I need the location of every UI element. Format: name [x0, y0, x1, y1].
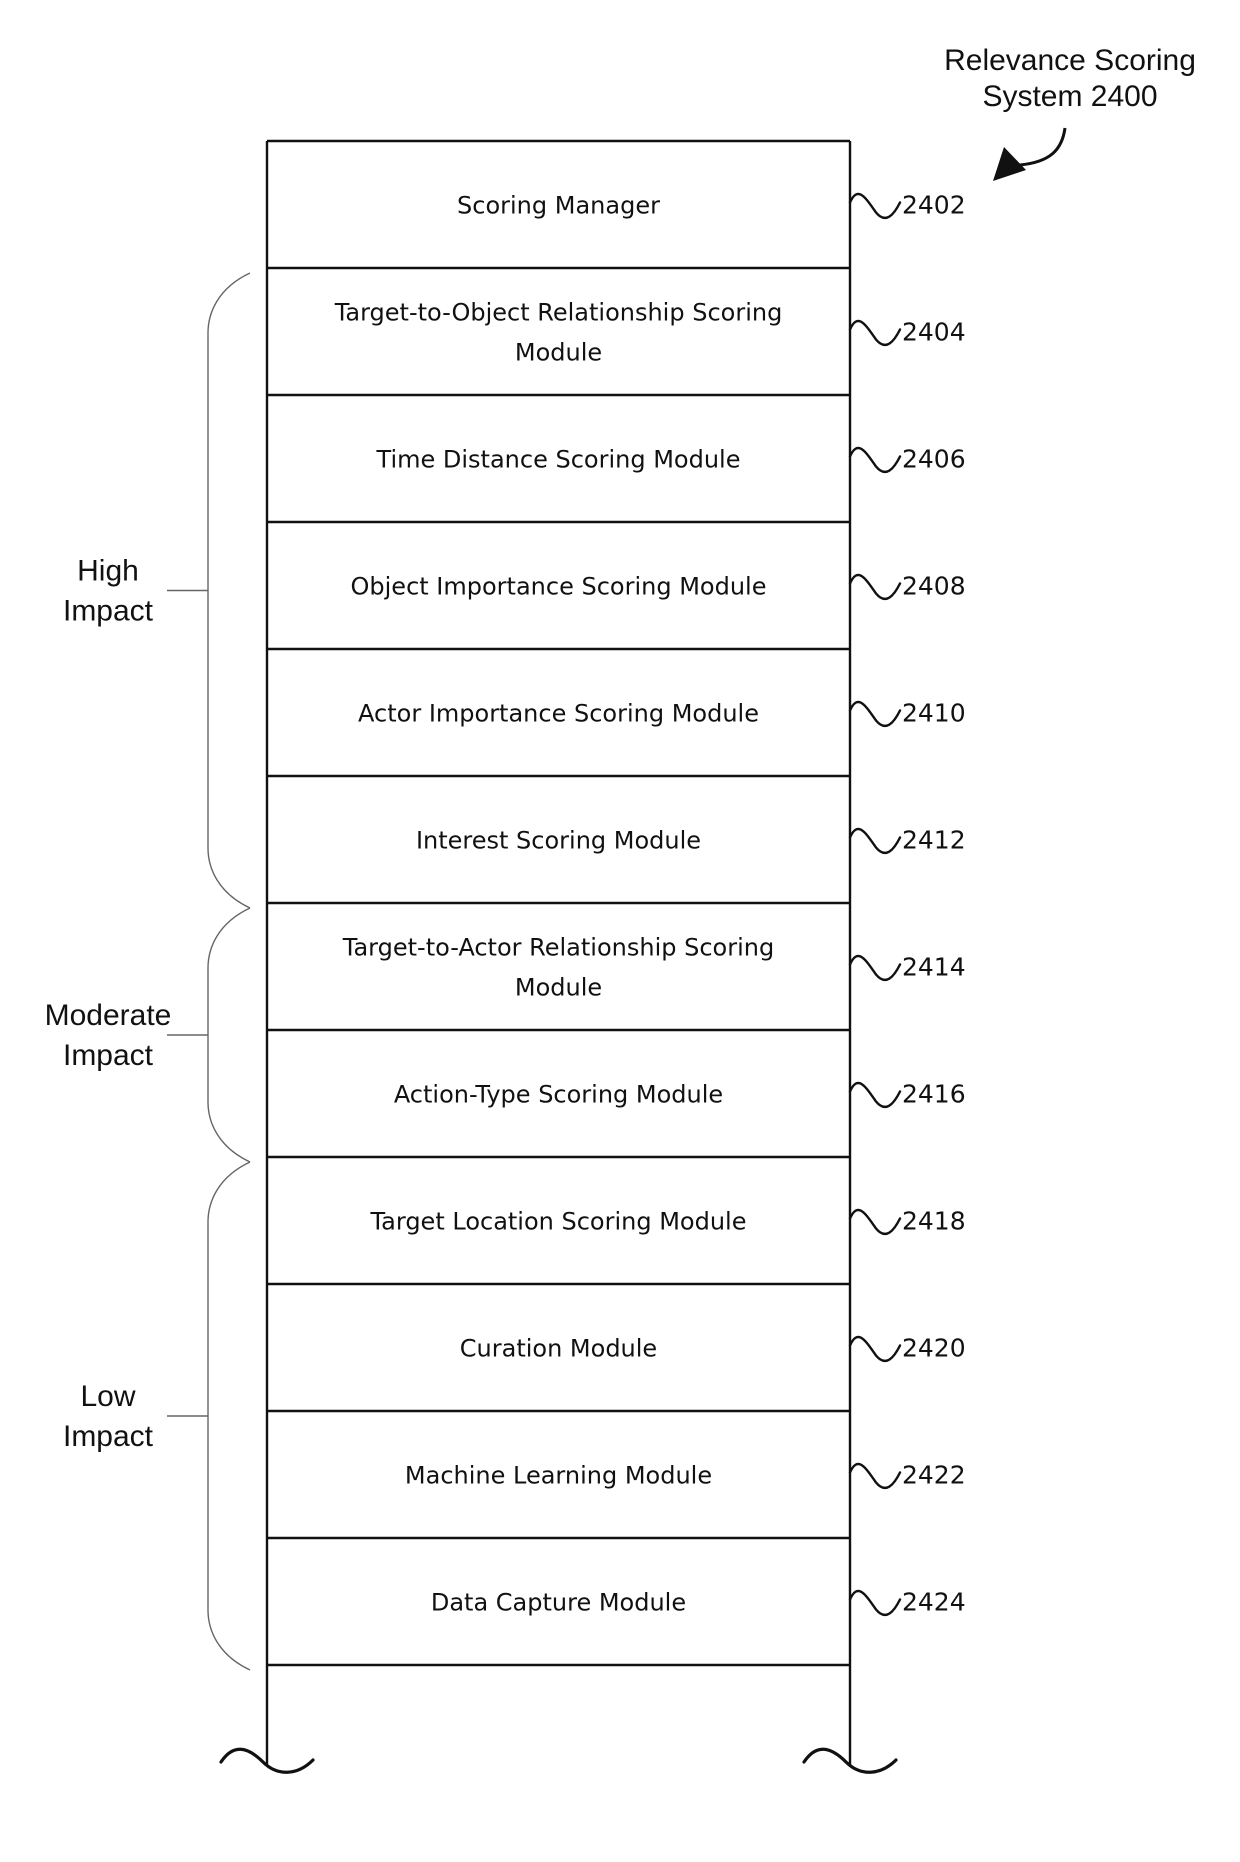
reference-numeral: 2412 [848, 826, 966, 855]
impact-label: Impact [63, 1039, 154, 1072]
module-label: Object Importance Scoring Module [351, 573, 767, 601]
module-box: Actor Importance Scoring Module [358, 700, 759, 728]
module-box: Data Capture Module [431, 1589, 686, 1617]
module-label: Action-Type Scoring Module [394, 1081, 723, 1109]
module-box: Action-Type Scoring Module [394, 1081, 723, 1109]
reference-number: 2416 [902, 1080, 966, 1109]
module-box: Interest Scoring Module [416, 827, 701, 855]
reference-number: 2402 [902, 191, 966, 220]
arrow-shaft [1019, 127, 1067, 167]
stack-continuation-breaks [219, 1747, 898, 1774]
impact-group: High Impact [63, 272, 251, 909]
leader-squiggle-icon [848, 827, 902, 854]
impact-label: Low [80, 1380, 135, 1413]
reference-number: 2406 [902, 445, 966, 474]
module-label: Target-to-Object Relationship Scoring [334, 299, 783, 327]
reference-number: 2420 [902, 1334, 966, 1363]
reference-numeral: 2418 [848, 1207, 966, 1236]
module-label: Curation Module [460, 1335, 657, 1363]
leader-squiggle-icon [848, 1335, 902, 1362]
reference-numeral: 2410 [848, 699, 966, 728]
reference-number: 2408 [902, 572, 966, 601]
reference-number: 2418 [902, 1207, 966, 1236]
module-label: Machine Learning Module [405, 1462, 712, 1490]
impact-braces: High Impact Moderate Impact Low Impact [45, 272, 251, 1671]
module-label: Scoring Manager [457, 192, 660, 220]
reference-numeral: 2408 [848, 572, 966, 601]
leader-squiggle-icon [848, 1208, 902, 1235]
module-box: Target Location Scoring Module [369, 1208, 746, 1236]
module-box: Object Importance Scoring Module [351, 573, 767, 601]
impact-label: Impact [63, 595, 154, 628]
reference-numeral: 2414 [848, 953, 966, 982]
leader-squiggle-icon [848, 192, 902, 219]
module-box: Target-to-Actor Relationship Scoring Modu… [267, 903, 850, 1030]
module-label: Target Location Scoring Module [369, 1208, 746, 1236]
impact-group: Low Impact [63, 1161, 251, 1671]
module-label: Target-to-Actor Relationship Scoring [342, 934, 774, 962]
reference-number: 2422 [902, 1461, 966, 1490]
reference-numeral: 2404 [848, 318, 966, 347]
leader-squiggle-icon [848, 954, 902, 981]
reference-numeral: 2422 [848, 1461, 966, 1490]
leader-squiggle-icon [848, 446, 902, 473]
impact-label: Impact [63, 1420, 154, 1453]
leader-squiggle-icon [848, 573, 902, 600]
impact-brace [207, 1161, 251, 1671]
module-labels: Scoring Manager Target-to-Object Relation… [267, 192, 850, 1617]
module-box: Machine Learning Module [405, 1462, 712, 1490]
reference-number: 2412 [902, 826, 966, 855]
system-pointer-arrow [993, 127, 1067, 181]
module-label: Interest Scoring Module [416, 827, 701, 855]
reference-numeral: 2416 [848, 1080, 966, 1109]
reference-number: 2404 [902, 318, 966, 347]
reference-numeral: 2424 [848, 1588, 966, 1617]
module-box: Scoring Manager [457, 192, 660, 220]
system-title: Relevance Scoring System 2400 [944, 44, 1196, 113]
impact-brace [207, 272, 251, 909]
impact-brace [207, 907, 251, 1163]
leader-squiggle-icon [848, 1081, 902, 1108]
module-box-area [267, 268, 850, 395]
system-title-line-2: System 2400 [982, 80, 1157, 113]
module-box: Time Distance Scoring Module [376, 446, 741, 474]
module-label: Module [515, 339, 602, 367]
reference-number: 2424 [902, 1588, 966, 1617]
reference-numeral: 2420 [848, 1334, 966, 1363]
module-label: Module [515, 974, 602, 1002]
leader-squiggle-icon [848, 319, 902, 346]
relevance-scoring-system-diagram: Relevance Scoring System 2400 Scoring Ma… [45, 44, 1196, 1774]
reference-number: 2414 [902, 953, 966, 982]
module-label: Actor Importance Scoring Module [358, 700, 759, 728]
module-label: Time Distance Scoring Module [376, 446, 741, 474]
leader-squiggle-icon [848, 1589, 902, 1616]
leader-squiggle-icon [848, 1462, 902, 1489]
module-label: Data Capture Module [431, 1589, 686, 1617]
system-title-line-1: Relevance Scoring [944, 44, 1196, 77]
module-box-area [267, 903, 850, 1030]
impact-group: Moderate Impact [45, 907, 251, 1163]
impact-label: Moderate [45, 999, 172, 1032]
module-box: Target-to-Object Relationship Scoring Mod… [267, 268, 850, 395]
reference-numeral: 2402 [848, 191, 966, 220]
reference-number: 2410 [902, 699, 966, 728]
reference-numerals: 2402 2404 2406 2408 2410 2412 2414 2416 2418 2420… [848, 191, 966, 1617]
leader-squiggle-icon [848, 700, 902, 727]
reference-numeral: 2406 [848, 445, 966, 474]
impact-label: High [77, 555, 139, 588]
module-box: Curation Module [460, 1335, 657, 1363]
